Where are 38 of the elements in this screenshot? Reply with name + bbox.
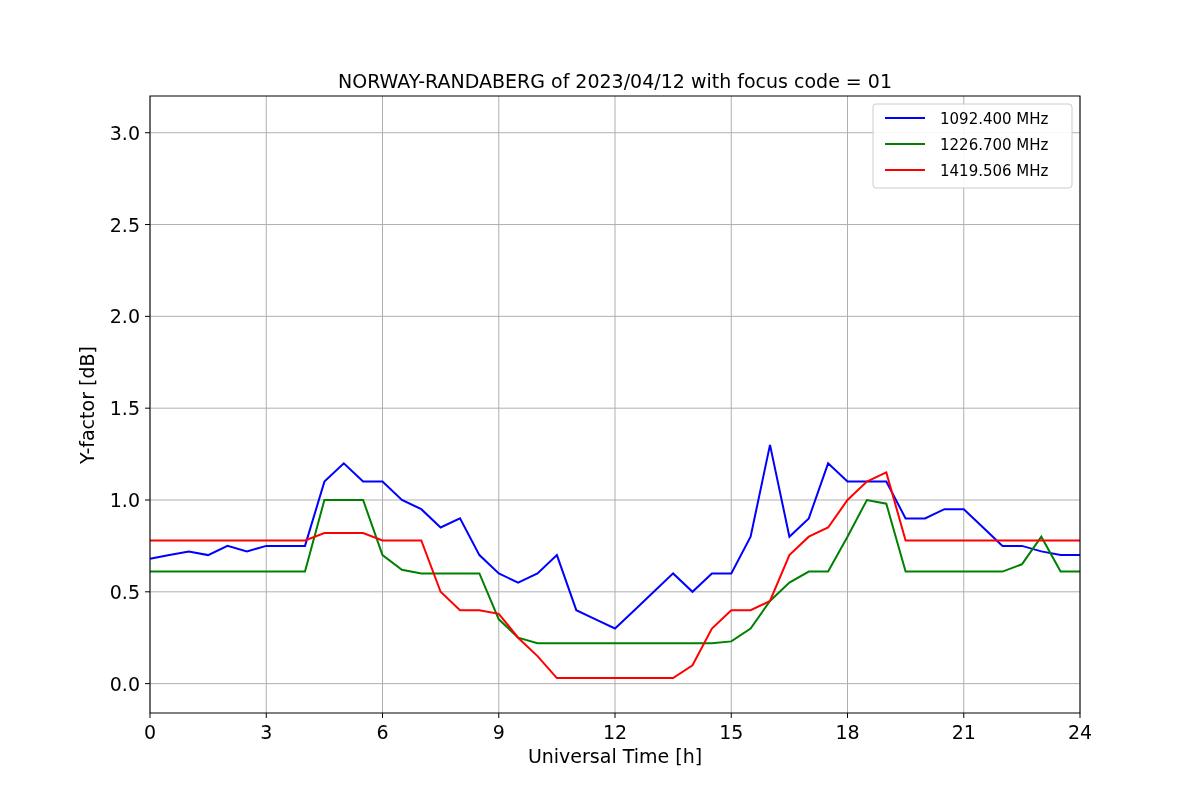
tick-mark: [847, 712, 848, 719]
y-axis-label: Y-factor [dB]: [76, 346, 98, 464]
x-tick-label: 21: [951, 721, 976, 743]
x-tick-label: 18: [835, 721, 860, 743]
y-tick-label: 1.5: [109, 397, 140, 420]
tick-mark: [1079, 712, 1081, 719]
tick-mark: [963, 712, 965, 719]
tick-mark: [149, 712, 151, 719]
chart-title: NORWAY-RANDABERG of 2023/04/12 with focus code = 01: [338, 70, 892, 92]
tick-mark: [144, 132, 151, 134]
tick-mark: [144, 499, 151, 501]
legend-label: 1226.700 MHz: [940, 136, 1049, 154]
x-tick-label: 9: [492, 721, 505, 743]
tick-mark: [144, 315, 151, 317]
tick-mark: [498, 712, 500, 719]
x-tick-label: 3: [260, 721, 273, 743]
tick-mark: [144, 591, 151, 593]
x-tick-label: 12: [602, 721, 628, 743]
y-tick-label: 1.0: [109, 489, 140, 511]
tick-mark: [382, 712, 383, 719]
tick-mark: [265, 712, 267, 719]
x-tick-label: 6: [376, 721, 389, 743]
legend-label: 1419.506 MHz: [940, 162, 1049, 180]
tick-mark: [730, 712, 732, 719]
tick-mark: [144, 224, 151, 226]
x-tick-label: 0: [143, 721, 157, 743]
tick-mark: [614, 712, 616, 719]
tick-mark: [144, 407, 151, 409]
x-axis-label: Universal Time [h]: [527, 745, 703, 767]
x-tick-label: 24: [1067, 721, 1093, 743]
y-tick-label: 3.0: [109, 121, 140, 144]
legend-label: 1092.400 MHz: [940, 110, 1049, 128]
tick-mark: [144, 683, 151, 685]
x-tick-label: 15: [719, 721, 744, 743]
y-tick-label: 0.5: [109, 580, 140, 603]
y-tick-label: 0.0: [109, 672, 140, 695]
y-tick-label: 2.5: [109, 213, 140, 236]
y-tick-label: 2.0: [109, 305, 140, 328]
